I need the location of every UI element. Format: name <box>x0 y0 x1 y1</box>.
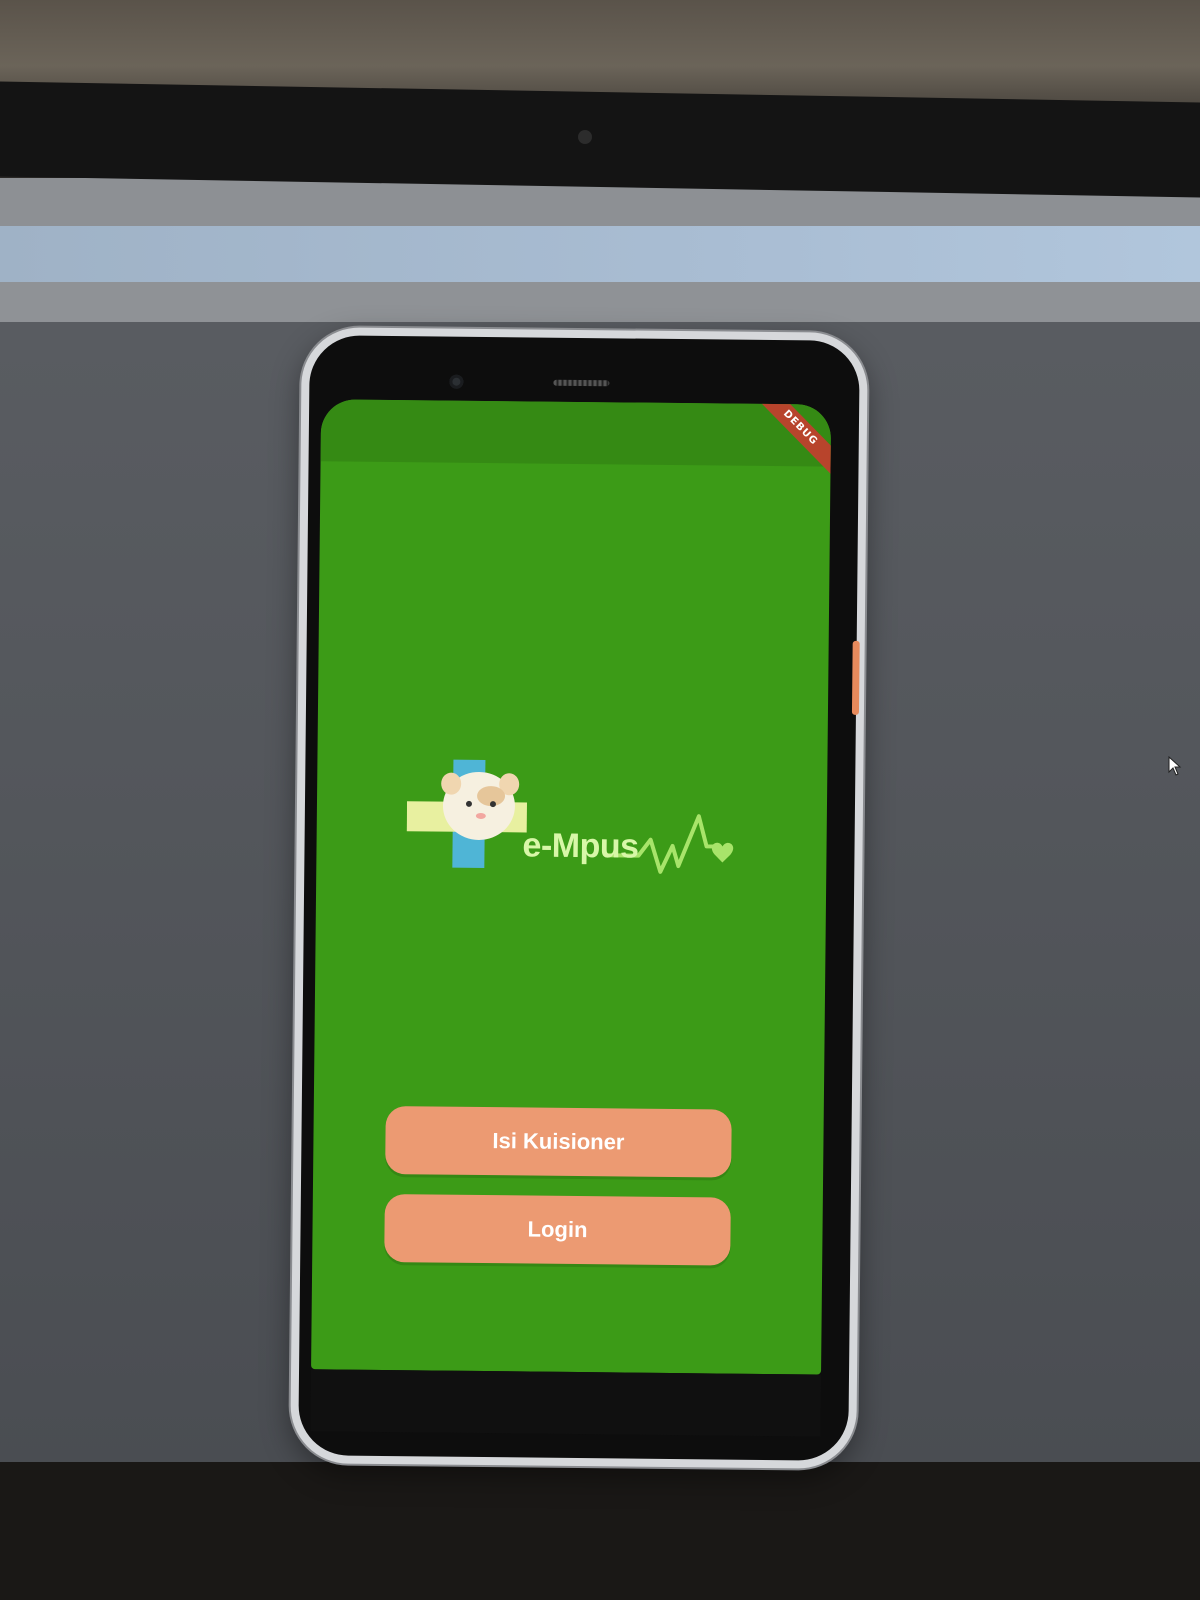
mouse-cursor-icon <box>1168 756 1182 776</box>
login-button[interactable]: Login <box>384 1193 731 1266</box>
emulator-tab-strip <box>0 226 1200 282</box>
phone-power-button[interactable] <box>851 640 860 715</box>
emulated-phone: DEBUG e-Mpus Isi Kuisioner Login <box>290 327 868 1469</box>
webcam-icon <box>578 130 592 144</box>
heart-icon <box>711 842 734 863</box>
phone-navigation-bar <box>310 1369 822 1437</box>
emulator-toolbar <box>0 282 1200 322</box>
app-screen: DEBUG e-Mpus Isi Kuisioner Login <box>311 399 832 1375</box>
app-name: e-Mpus <box>522 826 639 866</box>
front-camera-icon <box>449 374 464 389</box>
app-bar <box>320 399 832 467</box>
earpiece-speaker <box>553 379 610 387</box>
app-logo: e-Mpus <box>406 755 738 908</box>
photo-scene: DEBUG e-Mpus Isi Kuisioner Login <box>0 0 1200 1600</box>
monitor-bezel-bottom <box>0 1462 1200 1600</box>
isi-kuisioner-button[interactable]: Isi Kuisioner <box>385 1105 732 1178</box>
